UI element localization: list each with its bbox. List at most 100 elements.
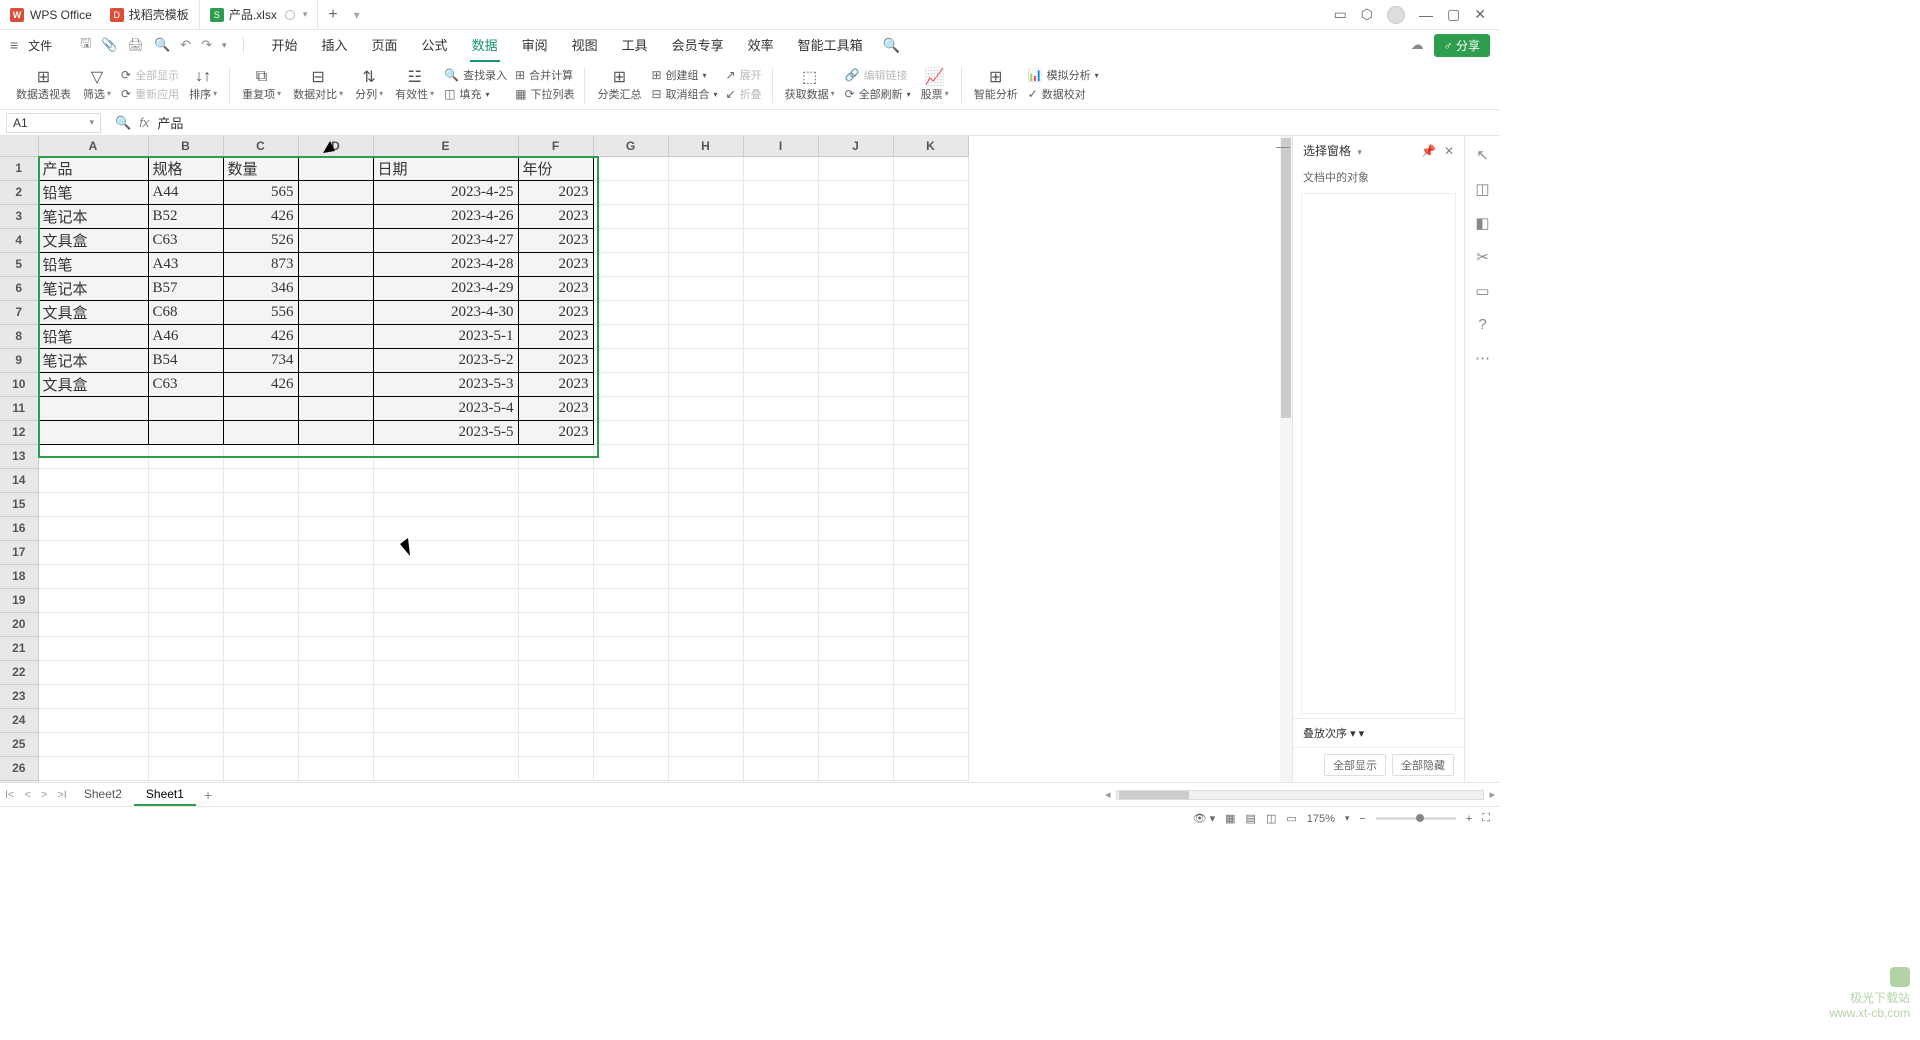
cell-F21[interactable] bbox=[518, 636, 593, 660]
cell-C10[interactable]: 426 bbox=[223, 372, 298, 396]
cell-I5[interactable] bbox=[743, 252, 818, 276]
style-icon[interactable]: ◧ bbox=[1475, 214, 1489, 232]
ribbon-排序[interactable]: ↓↑排序 ▾ bbox=[183, 68, 223, 102]
cell-C14[interactable] bbox=[223, 468, 298, 492]
cell-E7[interactable]: 2023-4-30 bbox=[373, 300, 518, 324]
cell-I1[interactable] bbox=[743, 156, 818, 180]
cell-F8[interactable]: 2023 bbox=[518, 324, 593, 348]
cell-C16[interactable] bbox=[223, 516, 298, 540]
cell-J5[interactable] bbox=[818, 252, 893, 276]
cell-G18[interactable] bbox=[593, 564, 668, 588]
formula-input[interactable]: 产品 bbox=[157, 113, 183, 132]
cell-H15[interactable] bbox=[668, 492, 743, 516]
cell-A13[interactable] bbox=[38, 444, 148, 468]
cell-K27[interactable] bbox=[893, 780, 968, 782]
ribbon-创建组[interactable]: ⊞创建组▾ bbox=[651, 67, 717, 83]
cell-J24[interactable] bbox=[818, 708, 893, 732]
cell-I20[interactable] bbox=[743, 612, 818, 636]
cell-J20[interactable] bbox=[818, 612, 893, 636]
chevron-down-icon[interactable]: ▾ bbox=[1345, 813, 1350, 824]
cell-A7[interactable]: 文具盒 bbox=[38, 300, 148, 324]
close-panel-icon[interactable]: ✕ bbox=[1444, 144, 1454, 158]
cell-D27[interactable] bbox=[298, 780, 373, 782]
cell-I8[interactable] bbox=[743, 324, 818, 348]
cell-C25[interactable] bbox=[223, 732, 298, 756]
cell-A1[interactable]: 产品 bbox=[38, 156, 148, 180]
tools-icon[interactable]: ✂ bbox=[1476, 248, 1489, 266]
cell-F1[interactable]: 年份 bbox=[518, 156, 593, 180]
cell-C19[interactable] bbox=[223, 588, 298, 612]
cell-H16[interactable] bbox=[668, 516, 743, 540]
cell-D1[interactable] bbox=[298, 156, 373, 180]
cell-H2[interactable] bbox=[668, 180, 743, 204]
row-header-18[interactable]: 18 bbox=[0, 564, 38, 588]
col-header-D[interactable]: D bbox=[298, 136, 373, 156]
cell-I13[interactable] bbox=[743, 444, 818, 468]
cell-C17[interactable] bbox=[223, 540, 298, 564]
ribbon-编辑链接[interactable]: 🔗编辑链接 bbox=[845, 67, 911, 83]
ribbon-数据透视表[interactable]: ⊞数据透视表 bbox=[10, 68, 77, 102]
preview-icon[interactable]: 🔍 bbox=[154, 37, 170, 53]
cell-H5[interactable] bbox=[668, 252, 743, 276]
ribbon-模拟分析[interactable]: 📊模拟分析▾ bbox=[1028, 67, 1099, 83]
cell-H9[interactable] bbox=[668, 348, 743, 372]
ribbon-取消组合[interactable]: ⊟取消组合▾ bbox=[651, 86, 717, 102]
cell-K11[interactable] bbox=[893, 396, 968, 420]
ribbon-智能分析[interactable]: ⊞智能分析 bbox=[968, 68, 1024, 102]
cell-G24[interactable] bbox=[593, 708, 668, 732]
cell-J6[interactable] bbox=[818, 276, 893, 300]
avatar[interactable] bbox=[1387, 6, 1405, 24]
cell-G26[interactable] bbox=[593, 756, 668, 780]
cell-D20[interactable] bbox=[298, 612, 373, 636]
cell-C23[interactable] bbox=[223, 684, 298, 708]
file-menu[interactable]: 文件 bbox=[28, 37, 52, 54]
cell-A27[interactable] bbox=[38, 780, 148, 782]
zoom-slider[interactable] bbox=[1376, 817, 1456, 820]
menu-tab-审阅[interactable]: 审阅 bbox=[520, 29, 550, 62]
clip-icon[interactable]: 📎 bbox=[101, 37, 117, 53]
row-header-11[interactable]: 11 bbox=[0, 396, 38, 420]
cell-J27[interactable] bbox=[818, 780, 893, 782]
row-header-26[interactable]: 26 bbox=[0, 756, 38, 780]
cell-C22[interactable] bbox=[223, 660, 298, 684]
cell-B24[interactable] bbox=[148, 708, 223, 732]
redo-icon[interactable]: ↷ bbox=[201, 37, 212, 53]
cell-F15[interactable] bbox=[518, 492, 593, 516]
cell-E1[interactable]: 日期 bbox=[373, 156, 518, 180]
row-header-15[interactable]: 15 bbox=[0, 492, 38, 516]
cell-G12[interactable] bbox=[593, 420, 668, 444]
cell-I4[interactable] bbox=[743, 228, 818, 252]
row-header-12[interactable]: 12 bbox=[0, 420, 38, 444]
cell-J11[interactable] bbox=[818, 396, 893, 420]
search-fx-icon[interactable]: 🔍 bbox=[115, 115, 131, 131]
cell-D16[interactable] bbox=[298, 516, 373, 540]
cell-D17[interactable] bbox=[298, 540, 373, 564]
row-header-13[interactable]: 13 bbox=[0, 444, 38, 468]
cell-C6[interactable]: 346 bbox=[223, 276, 298, 300]
cell-K20[interactable] bbox=[893, 612, 968, 636]
cell-D6[interactable] bbox=[298, 276, 373, 300]
cell-D11[interactable] bbox=[298, 396, 373, 420]
cell-C5[interactable]: 873 bbox=[223, 252, 298, 276]
cell-C11[interactable] bbox=[223, 396, 298, 420]
cell-G23[interactable] bbox=[593, 684, 668, 708]
cell-B18[interactable] bbox=[148, 564, 223, 588]
cell-C3[interactable]: 426 bbox=[223, 204, 298, 228]
cell-A20[interactable] bbox=[38, 612, 148, 636]
cell-E9[interactable]: 2023-5-2 bbox=[373, 348, 518, 372]
row-header-20[interactable]: 20 bbox=[0, 612, 38, 636]
cell-A4[interactable]: 文具盒 bbox=[38, 228, 148, 252]
cell-B14[interactable] bbox=[148, 468, 223, 492]
dropdown-icon[interactable]: ▾ bbox=[222, 40, 227, 51]
cell-E22[interactable] bbox=[373, 660, 518, 684]
cell-J19[interactable] bbox=[818, 588, 893, 612]
cell-H18[interactable] bbox=[668, 564, 743, 588]
cell-C9[interactable]: 734 bbox=[223, 348, 298, 372]
menu-tab-视图[interactable]: 视图 bbox=[570, 29, 600, 62]
cell-K4[interactable] bbox=[893, 228, 968, 252]
vertical-scrollbar[interactable] bbox=[1280, 136, 1292, 782]
ribbon-分类汇总[interactable]: ⊞分类汇总 bbox=[591, 68, 647, 102]
ribbon-分列[interactable]: ⇅分列 ▾ bbox=[349, 68, 389, 102]
select-all-corner[interactable] bbox=[0, 136, 38, 156]
cell-K15[interactable] bbox=[893, 492, 968, 516]
